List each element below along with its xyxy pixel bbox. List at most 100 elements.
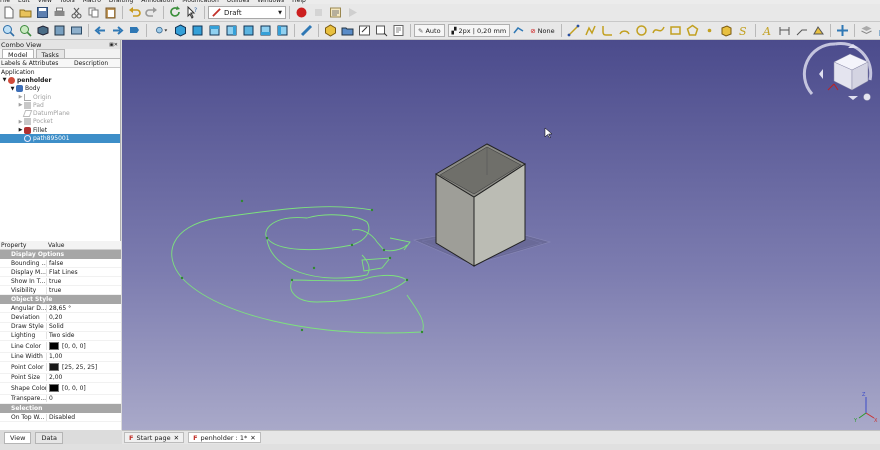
property-row[interactable]: Bounding ... false bbox=[0, 259, 121, 269]
measure-distance-icon[interactable] bbox=[300, 24, 313, 37]
sketch-lower-curve[interactable] bbox=[266, 239, 370, 279]
close-icon[interactable]: ✕ bbox=[174, 434, 179, 442]
sketch-outer-arc[interactable] bbox=[171, 206, 424, 334]
open-file-icon[interactable] bbox=[19, 6, 32, 19]
undo-icon[interactable] bbox=[128, 6, 141, 19]
copy-icon[interactable] bbox=[87, 6, 100, 19]
tree-item-body[interactable]: ▼ Body bbox=[0, 85, 120, 93]
redo-icon[interactable] bbox=[145, 6, 158, 19]
panel-float-close-icon[interactable]: ▣✕ bbox=[109, 42, 120, 48]
expand-arrow-icon[interactable]: ▶ bbox=[17, 127, 24, 133]
collapse-arrow-icon[interactable]: ▼ bbox=[1, 77, 8, 83]
expand-arrow-icon[interactable]: ▶ bbox=[17, 119, 24, 125]
front-view-icon[interactable] bbox=[191, 24, 204, 37]
property-row[interactable]: On Top W... Disabled bbox=[0, 413, 121, 423]
draft-bspline-icon[interactable] bbox=[651, 24, 665, 37]
property-value[interactable]: Disabled bbox=[46, 413, 121, 421]
tree-item-pad[interactable]: ▶ Pad bbox=[0, 101, 120, 109]
property-column[interactable]: Property bbox=[0, 242, 46, 249]
property-row[interactable]: Point Size 2,00 bbox=[0, 374, 121, 383]
tree-column-labels[interactable]: Labels & Attributes bbox=[0, 60, 74, 67]
close-icon[interactable]: ✕ bbox=[250, 434, 255, 442]
sketch-wire-path895001[interactable] bbox=[171, 206, 424, 334]
draft-shapestring-icon[interactable]: S bbox=[737, 24, 750, 37]
std-view-menu-icon[interactable] bbox=[152, 24, 170, 37]
paste-icon[interactable] bbox=[104, 6, 117, 19]
back-icon[interactable] bbox=[94, 24, 107, 37]
draft-rectangle-icon[interactable] bbox=[669, 24, 682, 37]
draft-facebinder-icon[interactable] bbox=[720, 24, 733, 37]
expand-arrow-icon[interactable]: ▶ bbox=[17, 102, 24, 108]
rear-view-icon[interactable] bbox=[242, 24, 255, 37]
property-value[interactable]: true bbox=[46, 277, 121, 285]
tab-tasks[interactable]: Tasks bbox=[35, 49, 65, 59]
link-actions-icon[interactable] bbox=[375, 24, 388, 37]
cut-icon[interactable] bbox=[70, 6, 83, 19]
make-link-icon[interactable] bbox=[358, 24, 371, 37]
draft-wire-icon[interactable] bbox=[584, 24, 597, 37]
property-row[interactable]: Point Color [25, 25, 25] bbox=[0, 362, 121, 374]
property-value[interactable]: [0, 0, 0] bbox=[46, 342, 121, 351]
refresh-icon[interactable] bbox=[169, 6, 182, 19]
property-value[interactable]: false bbox=[46, 259, 121, 267]
property-row[interactable]: Line Color [0, 0, 0] bbox=[0, 341, 121, 353]
fit-all-icon[interactable] bbox=[2, 24, 15, 37]
nav-arrow-down-icon[interactable] bbox=[848, 96, 858, 100]
tree-item-fillet[interactable]: ▶ Fillet bbox=[0, 126, 120, 134]
property-row[interactable]: Visibility true bbox=[0, 286, 121, 296]
nav-cube-orbit-ring[interactable] bbox=[802, 42, 836, 95]
3d-viewport[interactable]: Z X Y bbox=[122, 40, 880, 430]
draft-text-icon[interactable]: A bbox=[761, 24, 774, 37]
property-row[interactable]: Deviation 0,20 bbox=[0, 313, 121, 323]
bottom-view-icon[interactable] bbox=[259, 24, 272, 37]
property-value[interactable]: 1,00 bbox=[46, 353, 121, 361]
left-view-icon[interactable] bbox=[276, 24, 289, 37]
line-style-button[interactable]: ▞ 2px | 0,20 mm bbox=[447, 24, 511, 37]
group-display-options[interactable]: Display Options bbox=[0, 250, 121, 259]
edit-macro-icon[interactable] bbox=[329, 6, 342, 19]
run-macro-icon[interactable] bbox=[346, 6, 359, 19]
property-value[interactable]: 28,65 ° bbox=[46, 304, 121, 312]
draft-line-icon[interactable] bbox=[567, 24, 580, 37]
whats-this-icon[interactable]: ? bbox=[186, 6, 199, 19]
sync-view-icon[interactable] bbox=[70, 24, 83, 37]
apply-style-icon[interactable] bbox=[512, 24, 525, 37]
property-row[interactable]: Angular D... 28,65 ° bbox=[0, 304, 121, 314]
collapse-arrow-icon[interactable]: ▼ bbox=[9, 86, 16, 92]
sketch-detail-b[interactable] bbox=[361, 257, 391, 272]
value-column[interactable]: Value bbox=[46, 242, 64, 249]
tree-item-datumplane[interactable]: DatumPlane bbox=[0, 109, 120, 118]
tree-item-origin[interactable]: ▶ Origin bbox=[0, 93, 120, 101]
top-view-icon[interactable] bbox=[208, 24, 221, 37]
record-macro-icon[interactable] bbox=[295, 6, 308, 19]
property-value[interactable]: Flat Lines bbox=[46, 268, 121, 276]
layers-icon[interactable] bbox=[860, 24, 873, 37]
text-document-icon[interactable] bbox=[392, 24, 405, 37]
navigation-cube[interactable] bbox=[802, 41, 880, 101]
expand-arrow-icon[interactable]: ▶ bbox=[17, 94, 24, 100]
draft-annotation-styles-icon[interactable] bbox=[812, 24, 825, 37]
tree-item-penholder[interactable]: ▼ penholder bbox=[0, 76, 120, 84]
property-value[interactable]: 2,00 bbox=[46, 374, 121, 382]
draft-point-icon[interactable] bbox=[703, 24, 716, 37]
sketch-inner-ring[interactable] bbox=[265, 214, 370, 251]
save-icon[interactable] bbox=[36, 6, 49, 19]
property-value[interactable]: Solid bbox=[46, 323, 121, 331]
group-object-style[interactable]: Object Style bbox=[0, 295, 121, 305]
draft-move-icon[interactable] bbox=[836, 24, 849, 37]
create-part-icon[interactable] bbox=[324, 24, 337, 37]
property-value[interactable]: Two side bbox=[46, 332, 121, 340]
nav-cube-menu-icon[interactable] bbox=[863, 93, 871, 101]
sketch-lower-ring[interactable] bbox=[290, 274, 408, 303]
fit-selection-icon[interactable] bbox=[19, 24, 32, 37]
nav-arrow-left-icon[interactable] bbox=[819, 69, 823, 79]
draft-label-icon[interactable] bbox=[795, 24, 808, 37]
print-icon[interactable] bbox=[53, 6, 66, 19]
property-row[interactable]: Line Width 1,00 bbox=[0, 353, 121, 362]
draft-fillet-icon[interactable] bbox=[601, 24, 614, 37]
property-row[interactable]: Lighting Two side bbox=[0, 332, 121, 341]
group-selection[interactable]: Selection bbox=[0, 404, 121, 414]
3d-scene[interactable]: Z X Y bbox=[122, 40, 880, 430]
property-row[interactable]: Transpare... 0 bbox=[0, 395, 121, 405]
tree-item-path895001[interactable]: path895001 bbox=[0, 134, 120, 143]
